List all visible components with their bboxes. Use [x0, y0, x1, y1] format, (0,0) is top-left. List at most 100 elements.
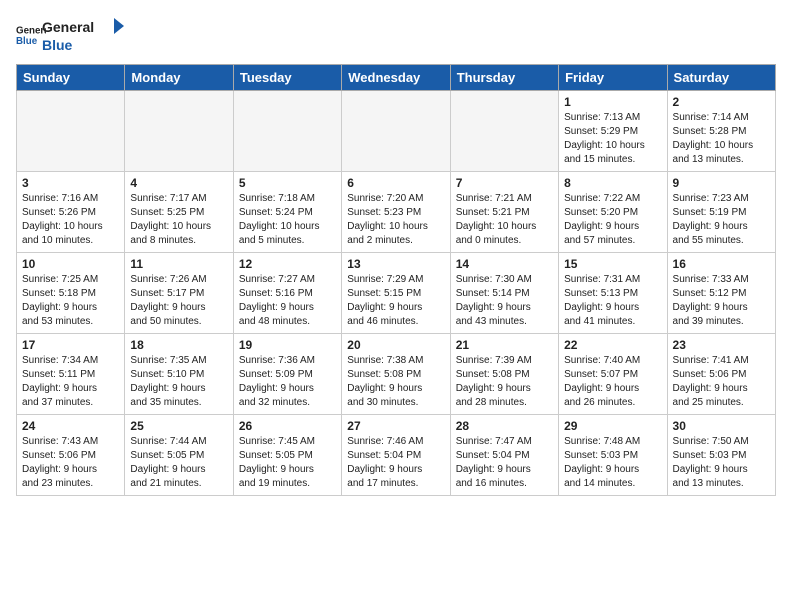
calendar-cell: 12 Sunrise: 7:27 AM Sunset: 5:16 PM Dayli… [233, 253, 341, 334]
calendar-cell: 27 Sunrise: 7:46 AM Sunset: 5:04 PM Dayli… [342, 415, 450, 496]
day-number: 17 [22, 338, 119, 352]
day-info: Sunrise: 7:31 AM Sunset: 5:13 PM Dayligh… [564, 273, 661, 329]
day-info: Sunrise: 7:27 AM Sunset: 5:16 PM Dayligh… [239, 273, 336, 329]
day-info: Sunrise: 7:41 AM Sunset: 5:06 PM Dayligh… [673, 354, 770, 410]
day-info: Sunrise: 7:17 AM Sunset: 5:25 PM Dayligh… [130, 192, 227, 248]
day-number: 7 [456, 176, 553, 190]
day-number: 4 [130, 176, 227, 190]
calendar-cell [233, 91, 341, 172]
day-number: 20 [347, 338, 444, 352]
calendar-cell: 17 Sunrise: 7:34 AM Sunset: 5:11 PM Dayli… [17, 334, 125, 415]
day-number: 1 [564, 95, 661, 109]
calendar-cell: 4 Sunrise: 7:17 AM Sunset: 5:25 PM Daylig… [125, 172, 233, 253]
calendar-cell [450, 91, 558, 172]
day-number: 25 [130, 419, 227, 433]
day-info: Sunrise: 7:47 AM Sunset: 5:04 PM Dayligh… [456, 435, 553, 491]
calendar-cell: 7Sunrise: 7:21 AM Sunset: 5:21 PM Daylig… [450, 172, 558, 253]
weekday-header-sunday: Sunday [17, 65, 125, 91]
day-number: 12 [239, 257, 336, 271]
day-info: Sunrise: 7:38 AM Sunset: 5:08 PM Dayligh… [347, 354, 444, 410]
calendar-cell: 8 Sunrise: 7:22 AM Sunset: 5:20 PM Daylig… [559, 172, 667, 253]
calendar-week-5: 24 Sunrise: 7:43 AM Sunset: 5:06 PM Dayli… [17, 415, 776, 496]
calendar-cell: 22 Sunrise: 7:40 AM Sunset: 5:07 PM Dayli… [559, 334, 667, 415]
svg-text:Blue: Blue [16, 36, 38, 47]
day-info: Sunrise: 7:40 AM Sunset: 5:07 PM Dayligh… [564, 354, 661, 410]
calendar-cell: 14 Sunrise: 7:30 AM Sunset: 5:14 PM Dayli… [450, 253, 558, 334]
day-number: 11 [130, 257, 227, 271]
day-number: 6 [347, 176, 444, 190]
day-info: Sunrise: 7:26 AM Sunset: 5:17 PM Dayligh… [130, 273, 227, 329]
weekday-header-saturday: Saturday [667, 65, 775, 91]
day-info: Sunrise: 7:14 AM Sunset: 5:28 PM Dayligh… [673, 111, 770, 167]
calendar-cell [125, 91, 233, 172]
calendar-cell: 3 Sunrise: 7:16 AM Sunset: 5:26 PM Daylig… [17, 172, 125, 253]
weekday-header-monday: Monday [125, 65, 233, 91]
day-info: Sunrise: 7:36 AM Sunset: 5:09 PM Dayligh… [239, 354, 336, 410]
day-number: 26 [239, 419, 336, 433]
day-info: Sunrise: 7:45 AM Sunset: 5:05 PM Dayligh… [239, 435, 336, 491]
day-info: Sunrise: 7:29 AM Sunset: 5:15 PM Dayligh… [347, 273, 444, 329]
calendar-cell: 16 Sunrise: 7:33 AM Sunset: 5:12 PM Dayli… [667, 253, 775, 334]
calendar-cell: 25Sunrise: 7:44 AM Sunset: 5:05 PM Dayli… [125, 415, 233, 496]
day-info: Sunrise: 7:30 AM Sunset: 5:14 PM Dayligh… [456, 273, 553, 329]
header: General Blue General Blue [16, 16, 776, 54]
calendar-cell [342, 91, 450, 172]
calendar-table: SundayMondayTuesdayWednesdayThursdayFrid… [16, 64, 776, 496]
calendar-cell: 28 Sunrise: 7:47 AM Sunset: 5:04 PM Dayli… [450, 415, 558, 496]
day-number: 24 [22, 419, 119, 433]
weekday-header-wednesday: Wednesday [342, 65, 450, 91]
calendar-cell: 20 Sunrise: 7:38 AM Sunset: 5:08 PM Dayli… [342, 334, 450, 415]
day-info: Sunrise: 7:39 AM Sunset: 5:08 PM Dayligh… [456, 354, 553, 410]
day-number: 14 [456, 257, 553, 271]
svg-text:Blue: Blue [42, 37, 73, 53]
day-number: 30 [673, 419, 770, 433]
day-info: Sunrise: 7:48 AM Sunset: 5:03 PM Dayligh… [564, 435, 661, 491]
day-number: 3 [22, 176, 119, 190]
weekday-header-friday: Friday [559, 65, 667, 91]
day-info: Sunrise: 7:46 AM Sunset: 5:04 PM Dayligh… [347, 435, 444, 491]
day-number: 10 [22, 257, 119, 271]
day-info: Sunrise: 7:18 AM Sunset: 5:24 PM Dayligh… [239, 192, 336, 248]
day-info: Sunrise: 7:34 AM Sunset: 5:11 PM Dayligh… [22, 354, 119, 410]
weekday-header-row: SundayMondayTuesdayWednesdayThursdayFrid… [17, 65, 776, 91]
day-info: Sunrise: 7:43 AM Sunset: 5:06 PM Dayligh… [22, 435, 119, 491]
day-number: 5 [239, 176, 336, 190]
day-info: Sunrise: 7:35 AM Sunset: 5:10 PM Dayligh… [130, 354, 227, 410]
day-info: Sunrise: 7:25 AM Sunset: 5:18 PM Dayligh… [22, 273, 119, 329]
day-number: 9 [673, 176, 770, 190]
calendar-week-4: 17 Sunrise: 7:34 AM Sunset: 5:11 PM Dayli… [17, 334, 776, 415]
calendar-cell: 18 Sunrise: 7:35 AM Sunset: 5:10 PM Dayli… [125, 334, 233, 415]
day-number: 23 [673, 338, 770, 352]
day-info: Sunrise: 7:20 AM Sunset: 5:23 PM Dayligh… [347, 192, 444, 248]
calendar-cell: 2 Sunrise: 7:14 AM Sunset: 5:28 PM Daylig… [667, 91, 775, 172]
calendar-cell: 21Sunrise: 7:39 AM Sunset: 5:08 PM Dayli… [450, 334, 558, 415]
svg-text:General: General [42, 19, 94, 35]
calendar-cell: 19 Sunrise: 7:36 AM Sunset: 5:09 PM Dayli… [233, 334, 341, 415]
weekday-header-thursday: Thursday [450, 65, 558, 91]
day-info: Sunrise: 7:16 AM Sunset: 5:26 PM Dayligh… [22, 192, 119, 248]
day-number: 2 [673, 95, 770, 109]
day-number: 22 [564, 338, 661, 352]
day-number: 27 [347, 419, 444, 433]
calendar-cell: 13 Sunrise: 7:29 AM Sunset: 5:15 PM Dayli… [342, 253, 450, 334]
calendar-week-2: 3 Sunrise: 7:16 AM Sunset: 5:26 PM Daylig… [17, 172, 776, 253]
day-number: 8 [564, 176, 661, 190]
day-number: 19 [239, 338, 336, 352]
calendar-cell: 30Sunrise: 7:50 AM Sunset: 5:03 PM Dayli… [667, 415, 775, 496]
day-info: Sunrise: 7:22 AM Sunset: 5:20 PM Dayligh… [564, 192, 661, 248]
day-number: 28 [456, 419, 553, 433]
calendar-week-1: 1 Sunrise: 7:13 AM Sunset: 5:29 PM Daylig… [17, 91, 776, 172]
calendar-cell [17, 91, 125, 172]
day-number: 18 [130, 338, 227, 352]
day-info: Sunrise: 7:13 AM Sunset: 5:29 PM Dayligh… [564, 111, 661, 167]
day-info: Sunrise: 7:33 AM Sunset: 5:12 PM Dayligh… [673, 273, 770, 329]
day-number: 16 [673, 257, 770, 271]
calendar-cell: 15Sunrise: 7:31 AM Sunset: 5:13 PM Dayli… [559, 253, 667, 334]
day-number: 13 [347, 257, 444, 271]
logo-svg: General Blue [42, 16, 132, 54]
day-info: Sunrise: 7:23 AM Sunset: 5:19 PM Dayligh… [673, 192, 770, 248]
weekday-header-tuesday: Tuesday [233, 65, 341, 91]
logo: General Blue General Blue [16, 16, 132, 54]
calendar-cell: 29Sunrise: 7:48 AM Sunset: 5:03 PM Dayli… [559, 415, 667, 496]
calendar-cell: 10 Sunrise: 7:25 AM Sunset: 5:18 PM Dayli… [17, 253, 125, 334]
